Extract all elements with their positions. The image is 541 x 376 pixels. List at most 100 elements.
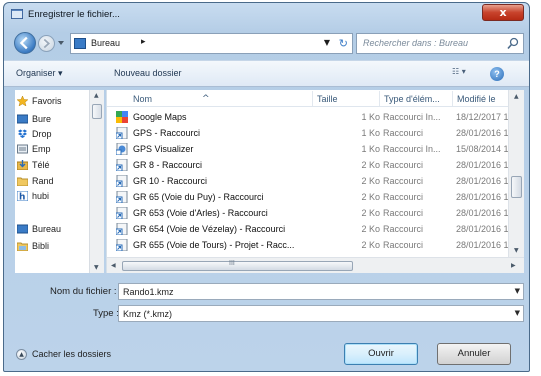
file-row[interactable]: GR 655 (Voie de Tours) - Projet - Racc..… <box>107 238 509 253</box>
file-type-value[interactable]: Kmz (*.kmz) <box>123 309 172 319</box>
file-size: 2 Ko <box>361 176 380 186</box>
scroll-thumb[interactable] <box>92 104 102 119</box>
chevron-down-icon[interactable]: ▼ <box>324 38 330 47</box>
file-modified: 15/08/2014 1 <box>456 144 509 154</box>
search-icon[interactable] <box>507 37 519 50</box>
folder-icon <box>17 177 28 186</box>
scroll-up-icon[interactable]: ▲ <box>514 93 519 100</box>
search-box[interactable]: Rechercher dans : Bureau <box>356 33 524 54</box>
open-button[interactable]: Ouvrir <box>344 343 418 365</box>
close-button[interactable]: x <box>482 4 524 21</box>
navigation-pane-scrollbar[interactable]: ▲ ▼ <box>89 90 104 273</box>
file-modified: 28/01/2016 1 <box>456 208 509 218</box>
file-name: GR 65 (Voie du Puy) - Raccourci <box>133 192 264 202</box>
file-row[interactable]: GR 10 - Raccourci 2 Ko Raccourci 28/01/2… <box>107 174 509 189</box>
column-divider[interactable] <box>452 91 453 106</box>
sidebar-item-label: Bureau <box>32 224 62 234</box>
address-location[interactable]: Bureau <box>91 38 120 48</box>
column-divider[interactable] <box>379 91 380 106</box>
sidebar-item-label: Télé <box>32 160 50 170</box>
scroll-thumb[interactable]: III <box>122 260 353 271</box>
chevron-up-icon: ▲ <box>16 349 27 360</box>
sidebar-item-label: Favoris <box>32 96 62 106</box>
recent-locations-dropdown-icon[interactable] <box>57 39 65 47</box>
shortcut-icon <box>116 159 128 171</box>
sidebar-item-label: Bibli <box>32 241 50 251</box>
address-bar[interactable]: Bureau ▸ ▼ ↻ <box>70 33 353 54</box>
star-icon <box>17 96 28 106</box>
scroll-right-icon[interactable]: ▶ <box>511 262 516 269</box>
file-type: Raccourci <box>383 160 424 170</box>
scroll-down-icon[interactable]: ▼ <box>514 247 519 254</box>
title-bar[interactable]: Enregistrer le fichier... x <box>4 3 529 27</box>
recent-places-icon <box>17 144 28 154</box>
file-size: 2 Ko <box>361 224 380 234</box>
file-row[interactable]: GR 65 (Voie du Puy) - Raccourci 2 Ko Rac… <box>107 190 509 205</box>
file-list-vertical-scrollbar[interactable]: ▲ ▼ <box>508 90 524 257</box>
hide-folders-label: Cacher les dossiers <box>32 349 112 359</box>
file-list-horizontal-scrollbar[interactable]: ◀ III ▶ <box>107 257 524 273</box>
downloads-icon <box>17 160 28 170</box>
file-name: GR 8 - Raccourci <box>133 160 203 170</box>
file-row[interactable]: GPS Visualizer 1 Ko Raccourci In... 15/0… <box>107 142 509 157</box>
file-row[interactable]: GR 654 (Voie de Vézelay) - Raccourci 2 K… <box>107 222 509 237</box>
view-options-icon[interactable]: ☷ ▾ <box>452 67 474 81</box>
sidebar-item-label: Rand <box>32 176 54 186</box>
help-icon[interactable]: ? <box>490 67 504 81</box>
column-header-type[interactable]: Type d'élém... <box>384 94 440 104</box>
dialog-footer: ▲ Cacher les dossiers Ouvrir Annuler <box>4 332 529 371</box>
file-type-label: Type : <box>93 308 119 319</box>
file-list: Nom ^ Taille Type d'élém... Modifié le G… <box>106 90 524 273</box>
organize-button[interactable]: Organiser ▾ <box>16 68 63 79</box>
scroll-thumb[interactable] <box>511 176 522 198</box>
file-row[interactable]: Google Maps 1 Ko Raccourci In... 18/12/2… <box>107 110 509 125</box>
file-type: Raccourci <box>383 128 424 138</box>
file-name: Google Maps <box>133 112 187 122</box>
file-name: GR 10 - Raccourci <box>133 176 208 186</box>
sidebar-item-label: hubi <box>32 191 50 201</box>
sidebar-item-label: Drop <box>32 129 52 139</box>
file-type: Raccourci <box>383 240 424 250</box>
cancel-button[interactable]: Annuler <box>437 343 511 365</box>
google-maps-icon <box>116 111 128 123</box>
sort-ascending-icon: ^ <box>202 94 210 104</box>
file-modified: 28/01/2016 1 <box>456 224 509 234</box>
file-name: GPS - Raccourci <box>133 128 201 138</box>
forward-button[interactable] <box>38 35 55 52</box>
scroll-up-icon[interactable]: ▲ <box>94 92 99 99</box>
new-folder-button[interactable]: Nouveau dossier <box>114 68 182 78</box>
file-type-select[interactable]: Kmz (*.kmz) ▼ <box>118 305 524 322</box>
scroll-down-icon[interactable]: ▼ <box>94 264 99 271</box>
file-modified: 18/12/2017 1 <box>456 112 509 122</box>
column-header-name[interactable]: Nom <box>133 94 152 104</box>
filename-field[interactable]: Rando1.kmz ▼ <box>118 283 524 300</box>
file-row[interactable]: GR 8 - Raccourci 2 Ko Raccourci 28/01/20… <box>107 158 509 173</box>
file-size: 2 Ko <box>361 208 380 218</box>
file-size: 1 Ko <box>361 144 380 154</box>
desktop-icon <box>17 224 28 234</box>
navigation-bar: Bureau ▸ ▼ ↻ Rechercher dans : Bureau <box>4 28 529 58</box>
chevron-down-icon[interactable]: ▼ <box>515 309 520 317</box>
chevron-down-icon[interactable]: ▼ <box>515 287 520 295</box>
filename-label: Nom du fichier : <box>50 286 117 297</box>
back-button[interactable] <box>14 32 36 54</box>
library-icon <box>17 242 28 251</box>
column-header-size[interactable]: Taille <box>317 94 338 104</box>
file-type: Raccourci <box>383 208 424 218</box>
refresh-icon[interactable]: ↻ <box>339 37 348 50</box>
file-name: GR 655 (Voie de Tours) - Projet - Racc..… <box>133 240 295 250</box>
file-size: 2 Ko <box>361 160 380 170</box>
search-input[interactable]: Rechercher dans : Bureau <box>363 38 468 48</box>
file-type: Raccourci <box>383 176 424 186</box>
column-header-modified[interactable]: Modifié le <box>457 94 496 104</box>
filename-input[interactable]: Rando1.kmz <box>123 287 174 297</box>
file-row[interactable]: GR 653 (Voie d'Arles) - Raccourci 2 Ko R… <box>107 206 509 221</box>
column-divider[interactable] <box>312 91 313 106</box>
sidebar-item-label: Emp <box>32 144 51 154</box>
sidebar-item-label: Bure <box>32 114 52 124</box>
scroll-left-icon[interactable]: ◀ <box>111 262 116 269</box>
address-separator-icon[interactable]: ▸ <box>141 37 146 47</box>
file-modified: 28/01/2016 1 <box>456 128 509 138</box>
file-row[interactable]: GPS - Raccourci 1 Ko Raccourci 28/01/201… <box>107 126 509 141</box>
shortcut-icon <box>116 175 128 187</box>
